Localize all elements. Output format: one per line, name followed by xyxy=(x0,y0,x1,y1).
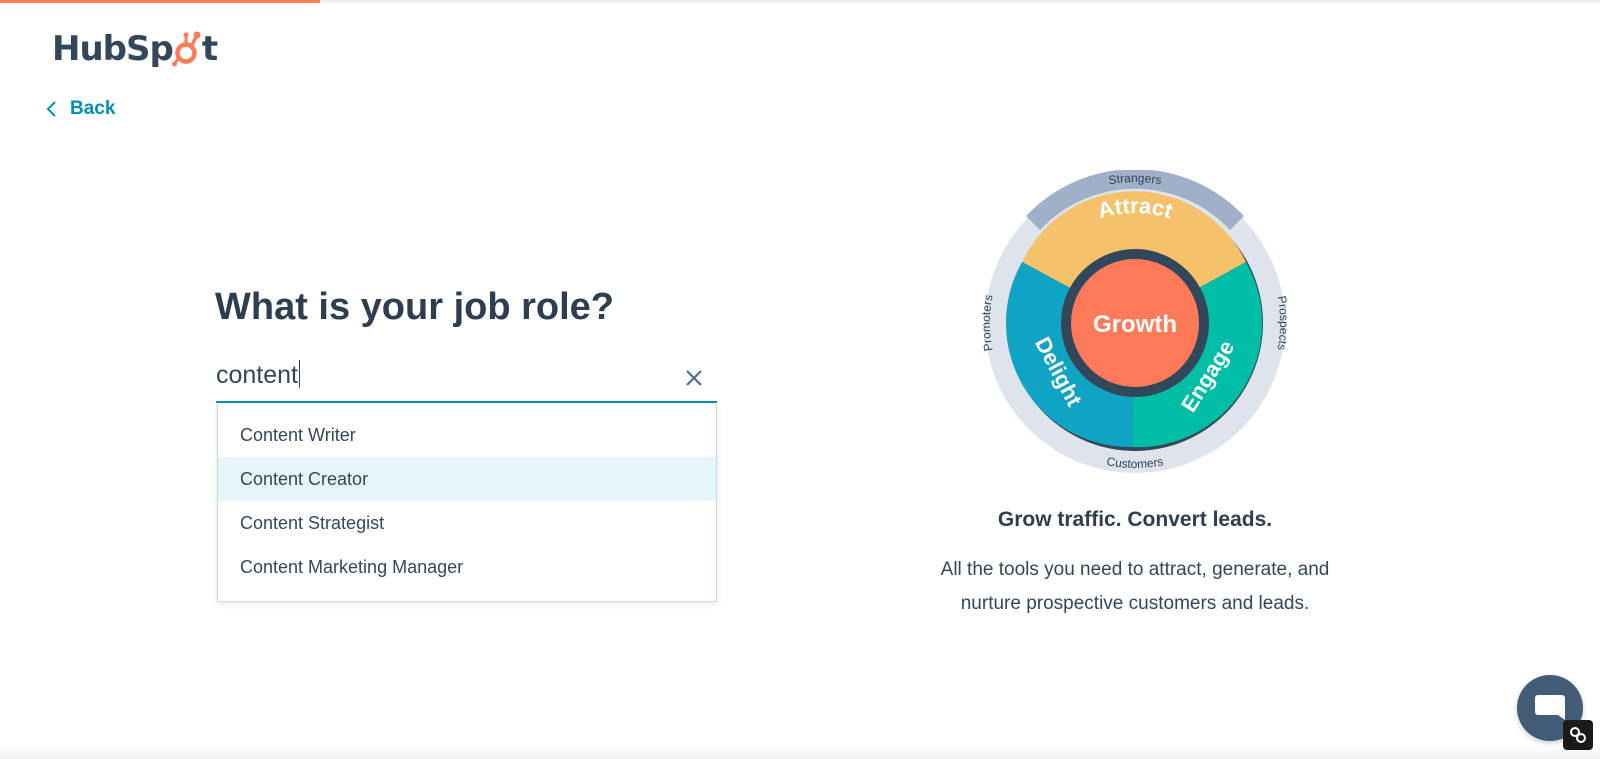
job-role-dropdown: Content Writer Content Creator Content S… xyxy=(217,404,717,602)
flywheel-diagram: Growth Attract Engage Delight Strangers … xyxy=(982,170,1288,473)
page-title: What is your job role? xyxy=(215,286,615,328)
hubspot-logo: HubSp t xyxy=(52,26,218,72)
job-role-input-value: content xyxy=(216,361,299,389)
clear-input-button[interactable] xyxy=(681,365,707,391)
dropdown-option-content-writer[interactable]: Content Writer xyxy=(218,413,716,457)
close-icon xyxy=(686,370,702,386)
promo-description: All the tools you need to attract, gener… xyxy=(915,553,1355,621)
job-role-input[interactable]: content xyxy=(216,357,717,403)
promo-tagline: Grow traffic. Convert leads. xyxy=(997,508,1273,531)
chevron-left-icon xyxy=(46,101,56,117)
sprocket-icon xyxy=(171,31,201,67)
progress-bar-fill xyxy=(0,0,320,3)
dropdown-option-content-strategist[interactable]: Content Strategist xyxy=(218,501,716,545)
dropdown-option-content-creator[interactable]: Content Creator xyxy=(218,457,716,501)
link-icon xyxy=(1570,727,1586,743)
chat-bubble-icon xyxy=(1535,695,1565,720)
logo-text-part1: HubSp xyxy=(52,29,174,69)
back-label: Back xyxy=(70,98,116,119)
growth-label: Growth xyxy=(1093,311,1177,338)
progress-bar xyxy=(0,0,1600,3)
back-link[interactable]: Back xyxy=(46,96,115,122)
text-caret xyxy=(299,360,301,388)
logo-text-part2: t xyxy=(201,29,218,69)
bottom-edge xyxy=(0,744,1600,759)
dropdown-option-content-marketing-manager[interactable]: Content Marketing Manager xyxy=(218,545,716,589)
link-badge[interactable] xyxy=(1563,720,1593,750)
promo-description-line-1: All the tools you need to attract, gener… xyxy=(940,559,1330,580)
promo-description-line-2: nurture prospective customers and leads. xyxy=(960,593,1310,614)
